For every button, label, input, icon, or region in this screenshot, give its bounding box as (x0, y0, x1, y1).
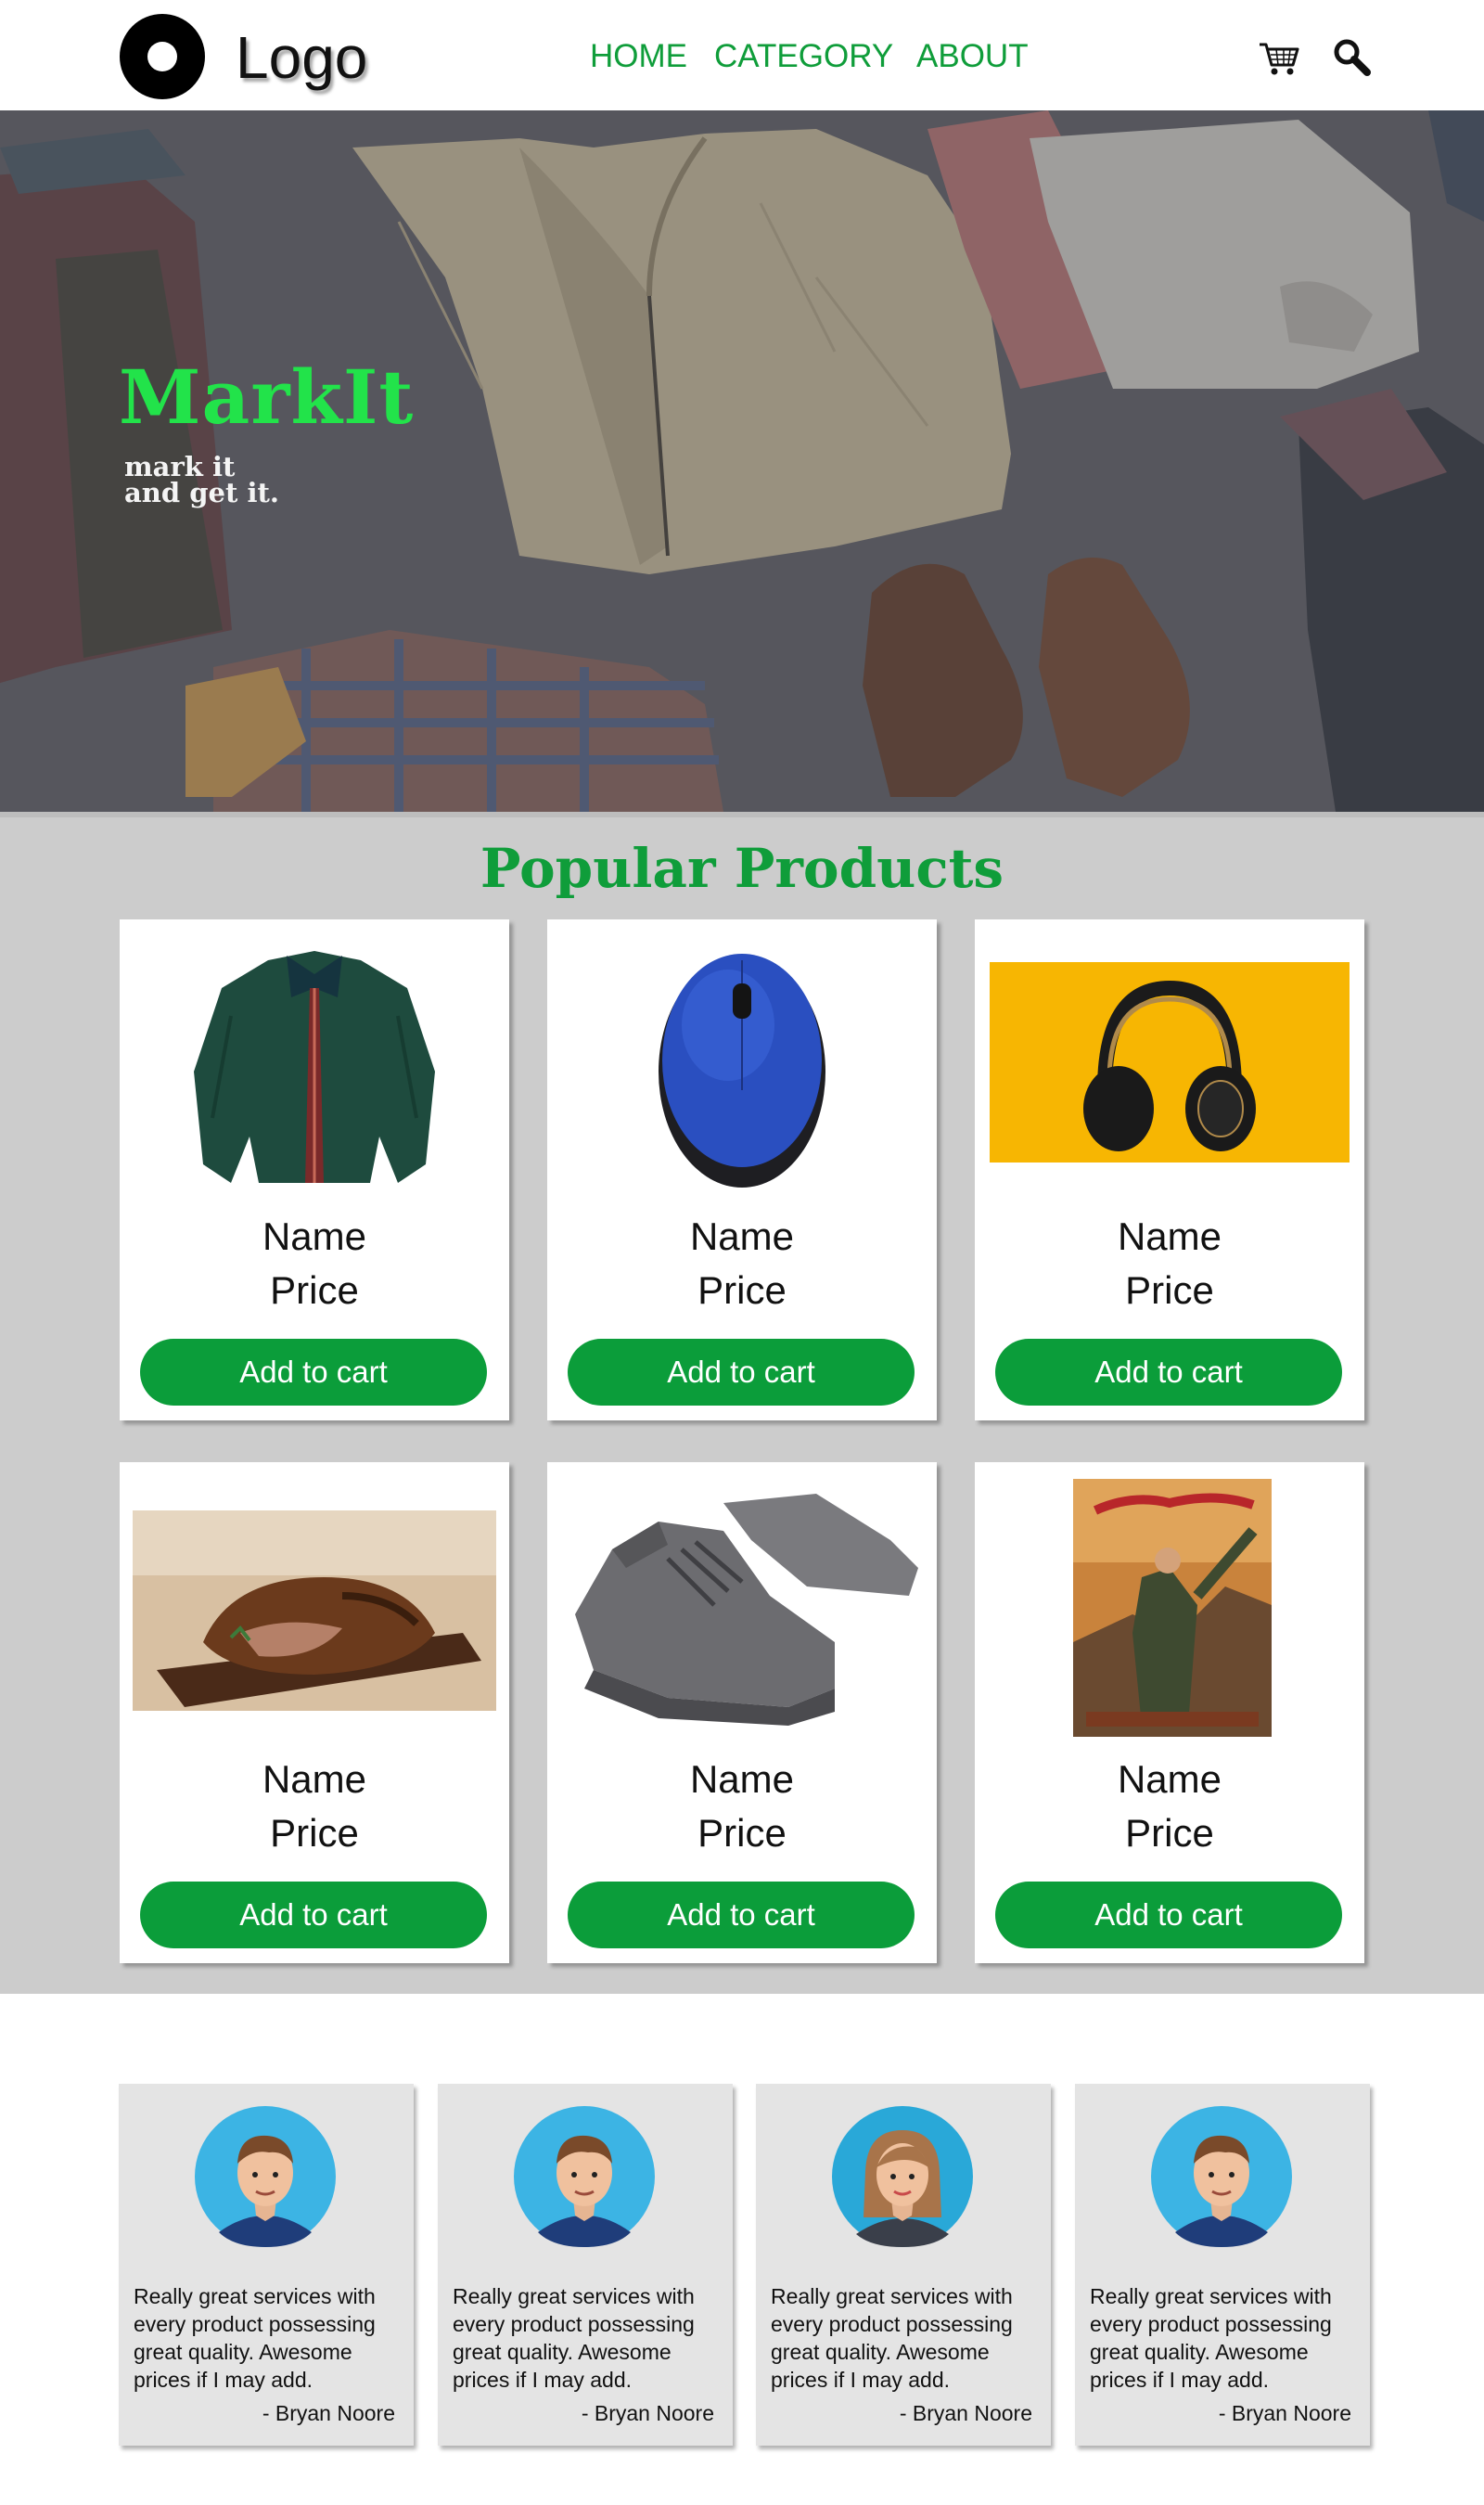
nav-home[interactable]: HOME (590, 37, 687, 76)
product-price: Price (1125, 1268, 1214, 1312)
product-card[interactable]: Name Price Add to cart (120, 1462, 509, 1963)
product-card[interactable]: Name Price Add to cart (975, 1462, 1364, 1963)
hero-banner: MarkIt mark it and get it. (0, 110, 1484, 812)
product-image-jacket (129, 932, 500, 1194)
add-to-cart-button[interactable]: Add to cart (568, 1339, 915, 1406)
product-card[interactable]: Name Price Add to cart (975, 919, 1364, 1420)
add-to-cart-button[interactable]: Add to cart (568, 1882, 915, 1948)
hero-title: MarkIt (119, 353, 415, 441)
product-card[interactable]: Name Price Add to cart (120, 919, 509, 1420)
male-avatar-icon (195, 2106, 336, 2247)
testimonial-author: - Bryan Noore (262, 2401, 395, 2425)
nav-about[interactable]: ABOUT (916, 37, 1029, 76)
product-name: Name (262, 1214, 367, 1258)
hero-tagline: mark it and get it. (124, 451, 365, 508)
testimonial-author: - Bryan Noore (581, 2401, 714, 2425)
hero-tagline-line1: mark it (124, 451, 236, 482)
testimonial-quote: Really great services with every product… (771, 2284, 1013, 2392)
testimonial-quote: Really great services with every product… (134, 2284, 376, 2392)
product-image-roast (129, 1475, 500, 1737)
site-header: Logo HOME CATEGORY ABOUT (0, 0, 1484, 110)
testimonial-author: - Bryan Noore (899, 2401, 1032, 2425)
search-icon[interactable] (1332, 37, 1375, 80)
testimonial-quote: Really great services with every product… (1090, 2284, 1332, 2392)
product-card[interactable]: Name Price Add to cart (547, 919, 937, 1420)
product-price: Price (1125, 1811, 1214, 1855)
product-price: Price (697, 1268, 787, 1312)
cart-icon[interactable] (1258, 37, 1300, 80)
add-to-cart-button[interactable]: Add to cart (995, 1882, 1342, 1948)
product-image-book (984, 1475, 1355, 1737)
male-avatar-icon (514, 2106, 655, 2247)
hero-tagline-line2: and get it. (124, 477, 279, 508)
testimonial-author: - Bryan Noore (1218, 2401, 1351, 2425)
add-to-cart-button[interactable]: Add to cart (140, 1339, 487, 1406)
add-to-cart-button[interactable]: Add to cart (995, 1339, 1342, 1406)
product-name: Name (1117, 1757, 1222, 1801)
product-name: Name (689, 1757, 795, 1801)
product-card[interactable]: Name Price Add to cart (547, 1462, 937, 1963)
testimonials-section: Really great services with every product… (0, 1994, 1484, 2505)
product-name: Name (689, 1214, 795, 1258)
product-price: Price (270, 1811, 359, 1855)
testimonial-card: Really great services with every product… (119, 2084, 414, 2446)
testimonial-card: Really great services with every product… (438, 2084, 733, 2446)
product-price: Price (697, 1811, 787, 1855)
nav-category[interactable]: CATEGORY (714, 37, 893, 76)
section-title: Popular Products (480, 837, 1004, 900)
popular-products-section: Popular Products Name Price Add to cart … (0, 812, 1484, 1994)
product-image-headphones (984, 932, 1355, 1194)
logo-icon[interactable] (120, 14, 205, 99)
product-name: Name (1117, 1214, 1222, 1258)
testimonial-card: Really great services with every product… (756, 2084, 1051, 2446)
product-name: Name (262, 1757, 367, 1801)
female-avatar-icon (832, 2106, 973, 2247)
testimonial-card: Really great services with every product… (1075, 2084, 1370, 2446)
logo-text[interactable]: Logo (236, 24, 367, 91)
testimonial-quote: Really great services with every product… (453, 2284, 695, 2392)
product-price: Price (270, 1268, 359, 1312)
add-to-cart-button[interactable]: Add to cart (140, 1882, 487, 1948)
product-image-sneakers (556, 1475, 928, 1737)
product-image-mouse (556, 932, 928, 1194)
male-avatar-icon (1151, 2106, 1292, 2247)
